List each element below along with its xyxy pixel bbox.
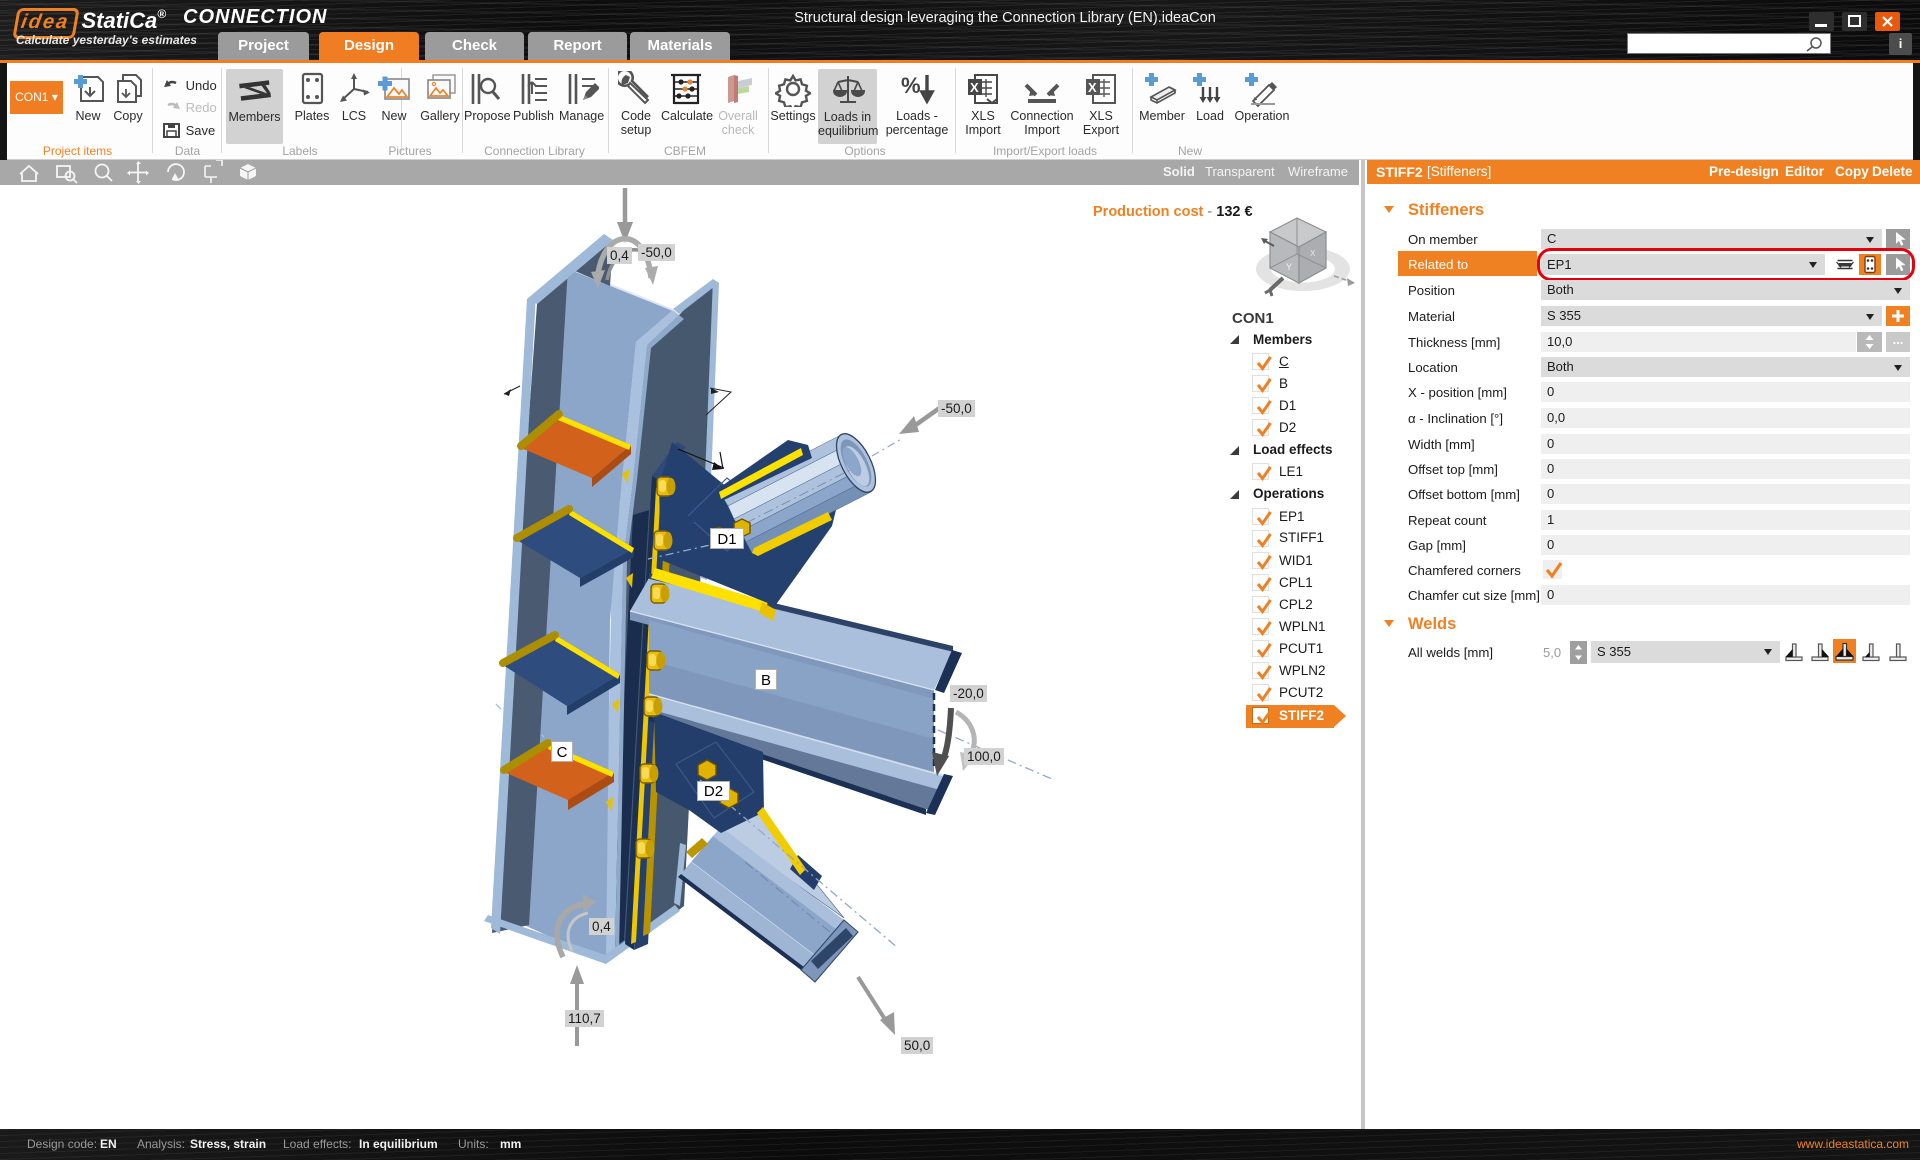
svg-text:X: X (1310, 249, 1316, 258)
svg-text:%: % (901, 73, 921, 98)
svg-text:X: X (1088, 80, 1097, 95)
svg-text:Y: Y (1286, 262, 1292, 272)
svg-text:X: X (970, 80, 979, 95)
